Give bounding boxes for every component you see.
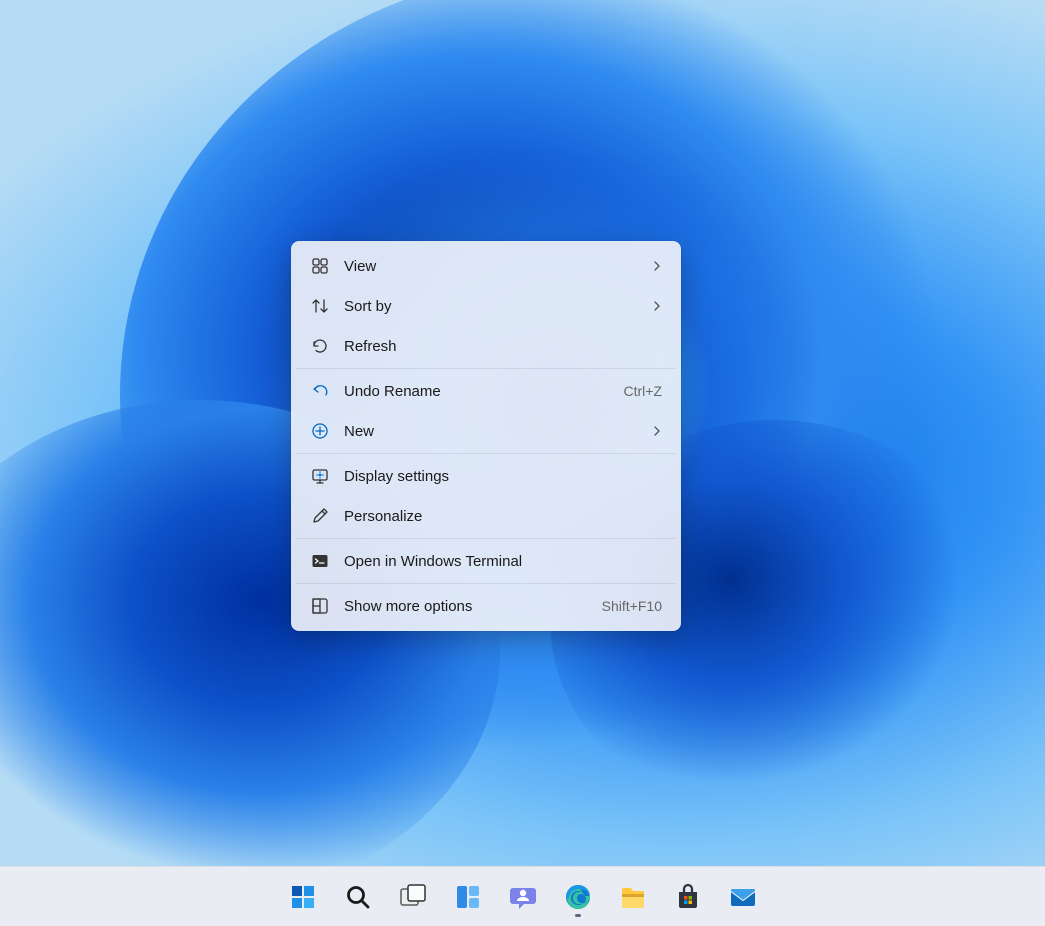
- menu-item-refresh[interactable]: Refresh: [296, 326, 676, 366]
- taskbar: [0, 866, 1045, 926]
- menu-item-sortby[interactable]: Sort by: [296, 286, 676, 326]
- menu-item-shortcut: Shift+F10: [602, 598, 662, 614]
- chat-button[interactable]: [500, 874, 545, 919]
- menu-item-label: Show more options: [344, 598, 602, 615]
- menu-item-label: Sort by: [344, 298, 644, 315]
- mail-button[interactable]: [720, 874, 765, 919]
- file-explorer-button[interactable]: [610, 874, 655, 919]
- menu-item-view[interactable]: View: [296, 246, 676, 286]
- menu-item-personalize[interactable]: Personalize: [296, 496, 676, 536]
- chevron-right-icon: [652, 261, 662, 271]
- personalize-icon: [310, 506, 330, 526]
- task-view-button[interactable]: [390, 874, 435, 919]
- menu-item-label: Open in Windows Terminal: [344, 553, 662, 570]
- more-icon: [310, 596, 330, 616]
- view-icon: [310, 256, 330, 276]
- menu-item-label: Refresh: [344, 338, 662, 355]
- desktop-context-menu: View Sort by Refresh Undo RenameCtrl+Z New Di…: [291, 241, 681, 631]
- chevron-right-icon: [652, 426, 662, 436]
- store-button[interactable]: [665, 874, 710, 919]
- desktop-wallpaper[interactable]: View Sort by Refresh Undo RenameCtrl+Z New Di…: [0, 0, 1045, 866]
- menu-item-terminal[interactable]: Open in Windows Terminal: [296, 541, 676, 581]
- menu-item-label: View: [344, 258, 644, 275]
- menu-separator: [296, 453, 676, 454]
- new-icon: [310, 421, 330, 441]
- terminal-icon: [310, 551, 330, 571]
- menu-separator: [296, 538, 676, 539]
- menu-separator: [296, 583, 676, 584]
- refresh-icon: [310, 336, 330, 356]
- active-indicator: [575, 914, 581, 917]
- menu-item-undo[interactable]: Undo RenameCtrl+Z: [296, 371, 676, 411]
- chevron-right-icon: [652, 301, 662, 311]
- start-button[interactable]: [280, 874, 325, 919]
- sort-icon: [310, 296, 330, 316]
- menu-item-label: Display settings: [344, 468, 662, 485]
- display-icon: [310, 466, 330, 486]
- widgets-button[interactable]: [445, 874, 490, 919]
- edge-button[interactable]: [555, 874, 600, 919]
- undo-icon: [310, 381, 330, 401]
- search-button[interactable]: [335, 874, 380, 919]
- menu-item-more[interactable]: Show more optionsShift+F10: [296, 586, 676, 626]
- menu-item-new[interactable]: New: [296, 411, 676, 451]
- menu-item-label: New: [344, 423, 644, 440]
- menu-item-shortcut: Ctrl+Z: [624, 383, 663, 399]
- menu-item-label: Personalize: [344, 508, 662, 525]
- menu-item-display[interactable]: Display settings: [296, 456, 676, 496]
- menu-item-label: Undo Rename: [344, 383, 624, 400]
- menu-separator: [296, 368, 676, 369]
